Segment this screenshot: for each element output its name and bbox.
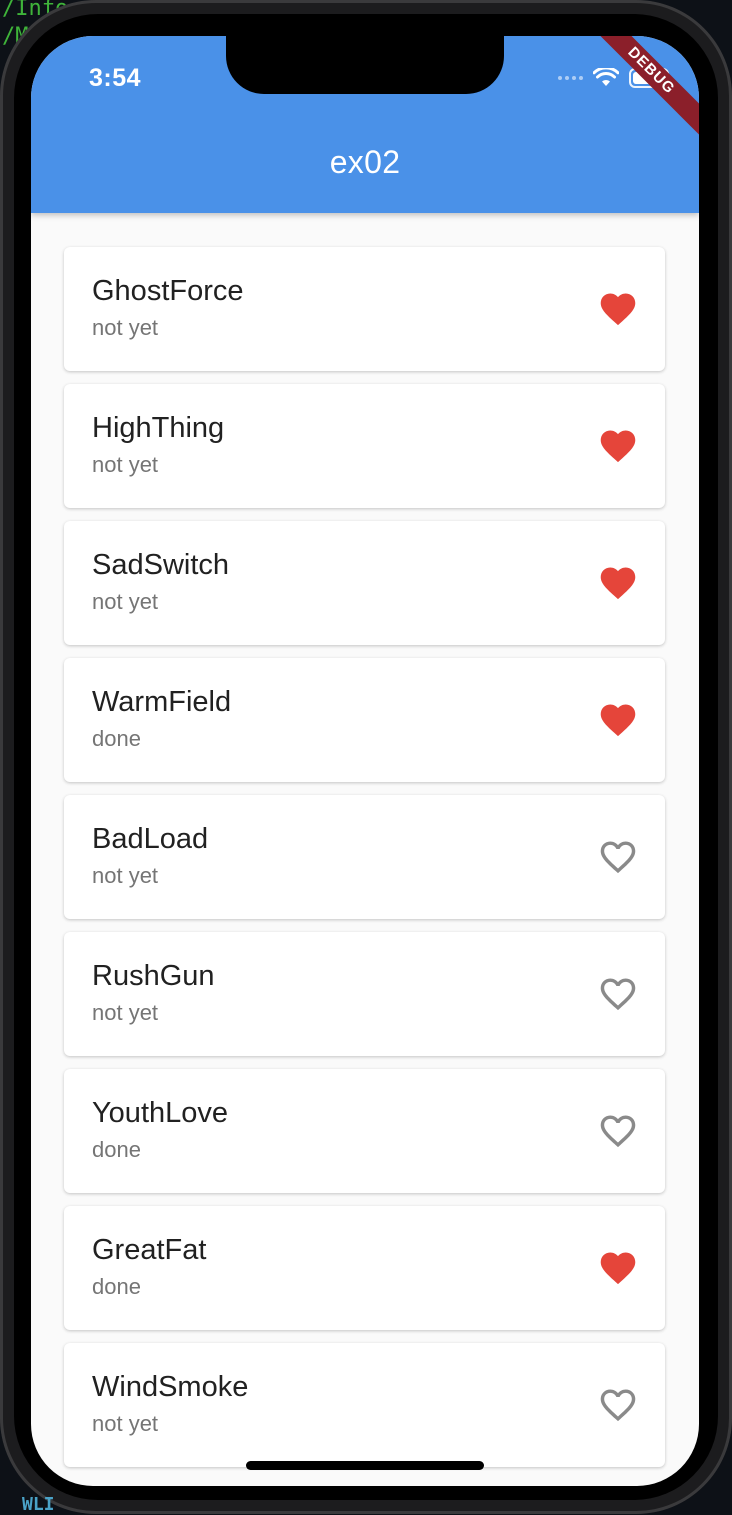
favorite-outline-icon[interactable] [599,839,637,875]
item-status: not yet [92,315,159,340]
item-title: HighThing [92,412,225,444]
item-status: done [92,1274,141,1299]
favorite-filled-icon[interactable] [599,565,637,601]
home-indicator[interactable] [246,1461,484,1470]
list-item[interactable]: GreatFat done [64,1206,665,1330]
item-title: WindSmoke [92,1371,249,1403]
terminal-text: WLI [22,1494,55,1515]
camera-notch [226,36,504,94]
item-title: BadLoad [92,823,209,855]
list-item[interactable]: HighThing not yet [64,384,665,508]
list-item[interactable]: RushGun not yet [64,932,665,1056]
item-status: not yet [92,863,159,888]
item-title: WarmField [92,686,232,718]
item-title: YouthLove [92,1097,229,1129]
item-status: not yet [92,1411,159,1436]
item-status: not yet [92,452,159,477]
item-status: done [92,726,141,751]
list-item[interactable]: WindSmoke not yet [64,1343,665,1467]
app-screen: 3:54 ex02 DEBUG GhostForce not yet HighThi… [31,36,699,1486]
favorite-filled-icon[interactable] [599,1250,637,1286]
cellular-dots-icon [558,76,583,80]
item-list: GhostForce not yet HighThing not yet SadSwit… [64,247,665,1480]
item-status: not yet [92,1000,159,1025]
list-item[interactable]: WarmField done [64,658,665,782]
page-title: ex02 [329,144,401,180]
status-time: 3:54 [89,64,142,92]
item-title: RushGun [92,960,215,992]
list-item[interactable]: GhostForce not yet [64,247,665,371]
item-title: GhostForce [92,275,244,307]
item-status: done [92,1137,141,1162]
favorite-outline-icon[interactable] [599,976,637,1012]
favorite-filled-icon[interactable] [599,428,637,464]
item-title: GreatFat [92,1234,207,1266]
item-status: not yet [92,589,159,614]
favorite-filled-icon[interactable] [599,702,637,738]
favorite-outline-icon[interactable] [599,1387,637,1423]
list-item[interactable]: BadLoad not yet [64,795,665,919]
list-item[interactable]: SadSwitch not yet [64,521,665,645]
favorite-filled-icon[interactable] [599,291,637,327]
list-item[interactable]: YouthLove done [64,1069,665,1193]
item-title: SadSwitch [92,549,230,581]
phone-frame: 3:54 ex02 DEBUG GhostForce not yet HighThi… [0,0,732,1514]
wifi-icon [593,68,619,86]
favorite-outline-icon[interactable] [599,1113,637,1149]
